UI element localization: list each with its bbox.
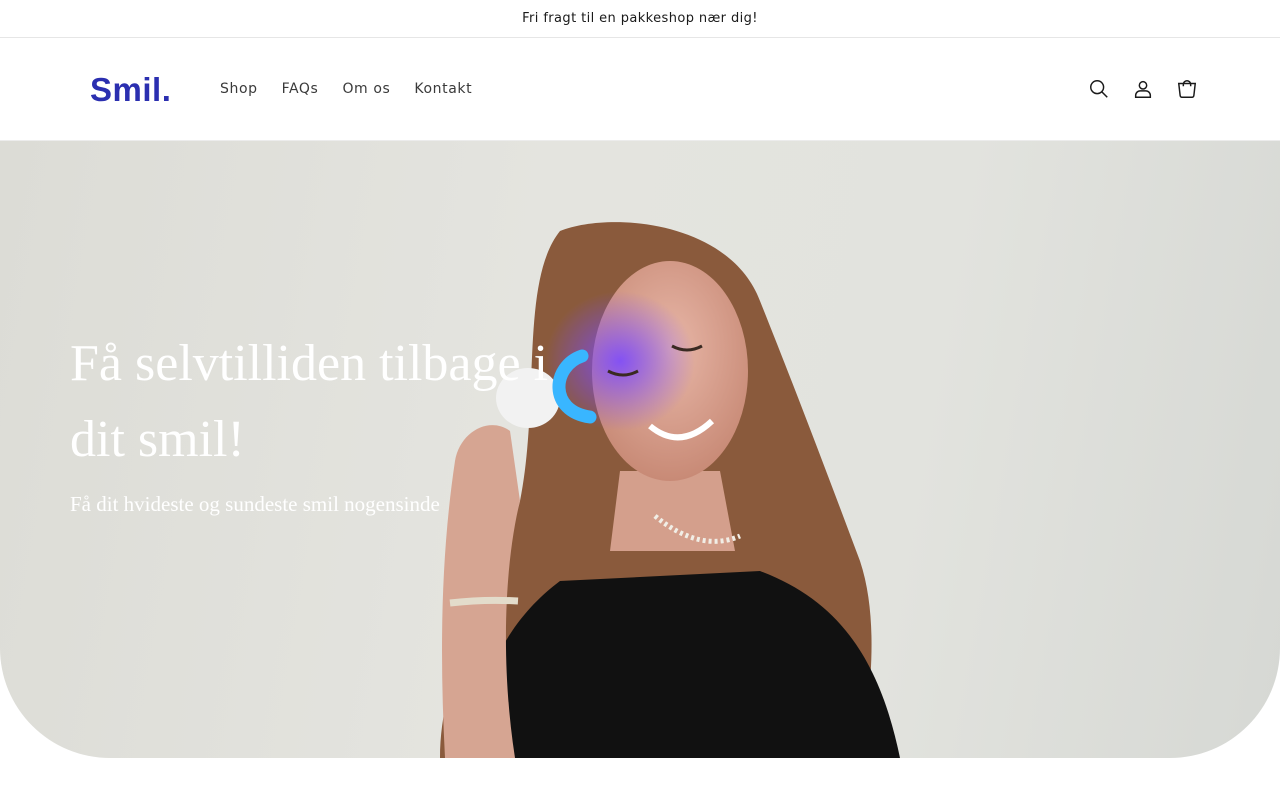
hero-banner: Få selvtilliden tilbage i dit smil! Få d…: [0, 141, 1280, 758]
nav-faqs[interactable]: FAQs: [270, 81, 331, 97]
main-nav: Shop FAQs Om os Kontakt: [208, 81, 484, 97]
announcement-bar: Fri fragt til en pakkeshop nær dig!: [0, 0, 1280, 38]
nav-shop[interactable]: Shop: [208, 81, 270, 97]
hero-subtitle: Få dit hvideste og sundeste smil nogensi…: [70, 492, 440, 516]
hero-title: Få selvtilliden tilbage i dit smil!: [70, 335, 549, 468]
hero-content: Få selvtilliden tilbage i dit smil! Få d…: [70, 326, 590, 517]
search-icon[interactable]: [1082, 72, 1116, 106]
nav-om-os[interactable]: Om os: [330, 81, 402, 97]
cart-icon[interactable]: [1170, 72, 1204, 106]
site-header: Smil. Shop FAQs Om os Kontakt: [0, 38, 1280, 141]
header-icons: [1082, 72, 1204, 106]
nav-kontakt[interactable]: Kontakt: [402, 81, 484, 97]
announcement-text: Fri fragt til en pakkeshop nær dig!: [522, 11, 758, 26]
account-icon[interactable]: [1126, 72, 1160, 106]
logo[interactable]: Smil.: [90, 73, 208, 106]
